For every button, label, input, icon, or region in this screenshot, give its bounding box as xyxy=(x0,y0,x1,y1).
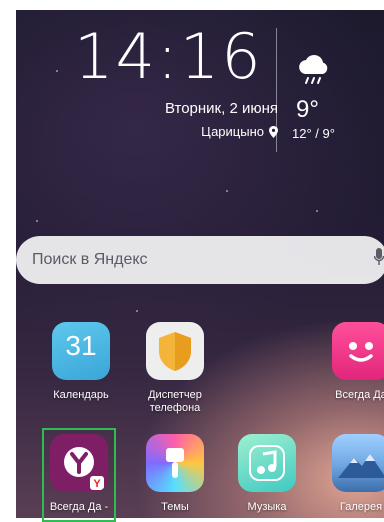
star xyxy=(226,190,228,192)
app-label: Музыка xyxy=(247,501,287,513)
app-label: Темы xyxy=(161,501,189,513)
app-music[interactable]: Музыка xyxy=(222,434,312,514)
location-label: Царицыно xyxy=(201,124,264,139)
app-label: Галерея xyxy=(339,501,383,513)
star xyxy=(36,220,38,222)
app-phone-manager[interactable]: Диспетчер телефона xyxy=(130,322,220,415)
star xyxy=(316,210,318,212)
app-calendar[interactable]: 31 Календарь xyxy=(36,322,126,402)
app-label: Всегда Да xyxy=(335,389,384,401)
star xyxy=(56,70,58,72)
music-note-icon xyxy=(238,434,296,492)
app-label: Календарь xyxy=(53,389,109,401)
rain-cloud-icon[interactable] xyxy=(296,52,332,88)
search-placeholder: Поиск в Яндекс xyxy=(32,251,148,268)
location: Царицыно xyxy=(201,124,278,139)
selection-highlight xyxy=(42,428,116,522)
weather-range: 12° / 9° xyxy=(292,126,335,141)
search-bar[interactable]: Поиск в Яндекс xyxy=(16,236,384,284)
smiley-icon xyxy=(332,322,384,380)
app-gallery[interactable]: Галерея xyxy=(316,434,384,514)
app-themes[interactable]: Темы xyxy=(130,434,220,514)
star xyxy=(136,310,138,312)
app-label: Диспетчер телефона xyxy=(148,389,202,414)
calendar-day: 31 xyxy=(65,330,97,361)
paintbrush-icon xyxy=(146,434,204,492)
microphone-icon[interactable] xyxy=(374,248,384,266)
clock-date[interactable]: Вторник, 2 июня xyxy=(165,100,278,117)
clock-divider xyxy=(276,28,277,152)
calendar-icon: 31 xyxy=(52,322,110,380)
app-always-yes-alice[interactable]: Всегда Да xyxy=(316,322,384,402)
mountain-image-icon xyxy=(332,434,384,492)
weather-temperature[interactable]: 9° xyxy=(296,96,319,124)
shield-icon xyxy=(146,322,204,380)
clock-time[interactable]: 14:16 xyxy=(74,22,263,92)
